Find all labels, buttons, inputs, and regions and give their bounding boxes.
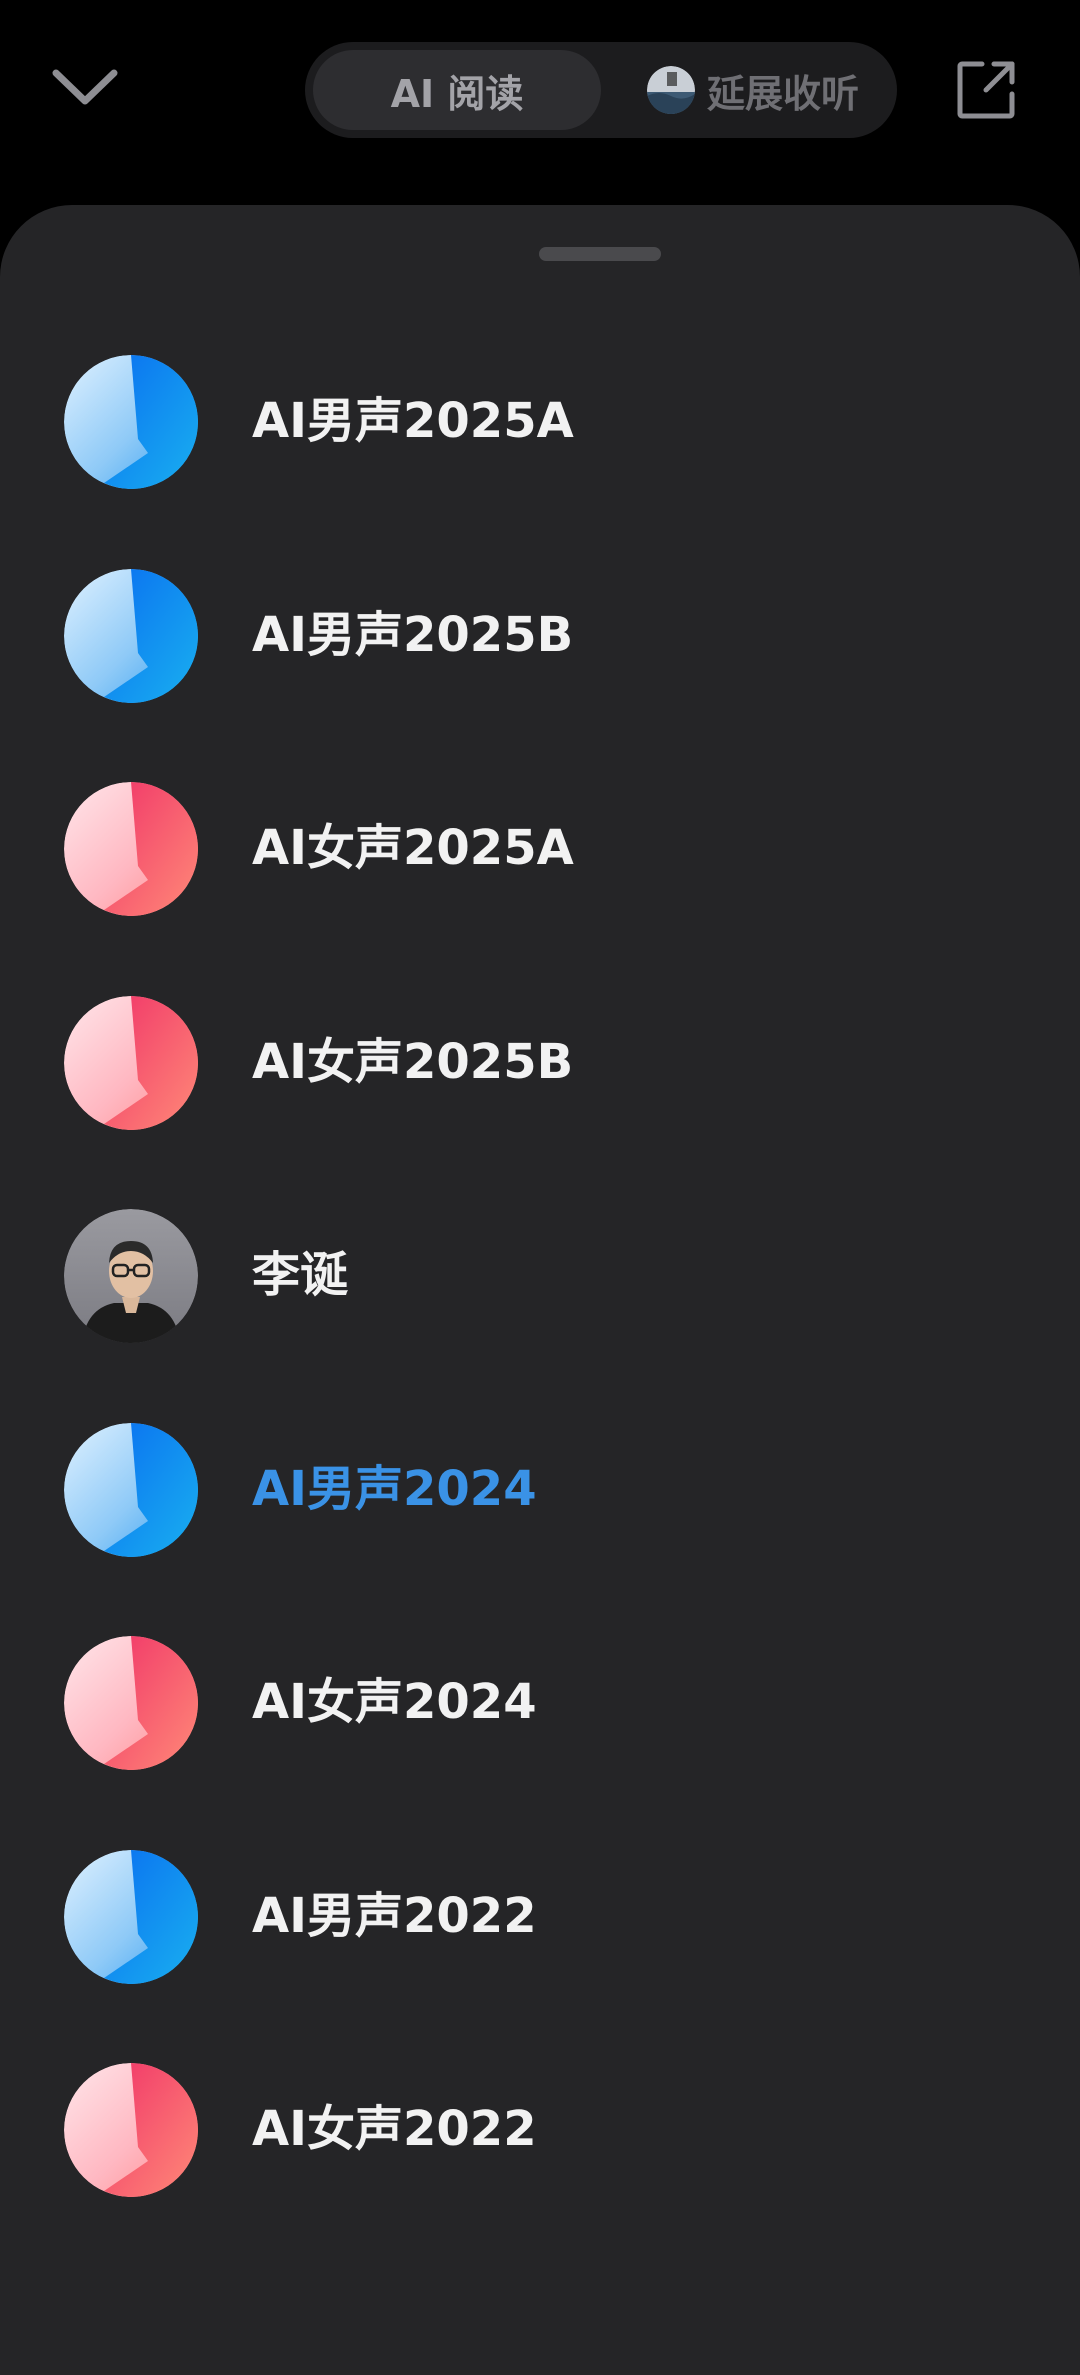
ai-male-voice-icon [64, 1849, 198, 1984]
voice-item-ai-male-2024[interactable]: AI男声2024 [0, 1383, 1080, 1597]
tab-extended-listening-label: 延展收听 [706, 71, 859, 116]
voice-label: AI男声2025B [252, 606, 574, 663]
voice-item-ai-female-2025b[interactable]: AI女声2025B [0, 956, 1080, 1170]
voice-item-ai-male-2022[interactable]: AI男声2022 [0, 1810, 1080, 2024]
ai-male-voice-icon [64, 568, 198, 703]
sheet-grabber[interactable] [539, 247, 661, 261]
share-external-icon [957, 61, 1015, 119]
ai-male-voice-icon [64, 355, 198, 489]
voice-label: AI女声2025A [252, 820, 574, 876]
voice-item-ai-male-2025a[interactable]: AI男声2025A [0, 315, 1080, 529]
collapse-button[interactable] [44, 52, 126, 122]
ai-female-voice-icon [64, 1636, 198, 1770]
voice-list: AI男声2025A AI男声2025B AI女声2025A AI女声2025B … [0, 315, 1080, 2237]
ai-female-voice-icon [64, 995, 198, 1130]
ai-female-voice-icon [64, 2063, 198, 2197]
voice-label: AI女声2022 [252, 2101, 537, 2157]
tab-ai-reading-label: AI 阅读 [390, 71, 524, 116]
voice-item-ai-female-2025a[interactable]: AI女声2025A [0, 742, 1080, 956]
ai-male-voice-icon [64, 1422, 198, 1557]
voice-item-ai-male-2025b[interactable]: AI男声2025B [0, 529, 1080, 743]
top-bar: AI 阅读 延展收听 [0, 0, 1080, 205]
voice-label: AI男声2025A [252, 393, 574, 449]
tab-ai-reading[interactable]: AI 阅读 [313, 50, 601, 130]
voice-label: AI女声2025B [252, 1033, 574, 1090]
voice-item-ai-female-2024[interactable]: AI女声2024 [0, 1596, 1080, 1810]
voice-item-ai-female-2022[interactable]: AI女声2022 [0, 2023, 1080, 2237]
voice-selection-sheet: AI男声2025A AI男声2025B AI女声2025A AI女声2025B … [0, 205, 1080, 2375]
ai-female-voice-icon [64, 782, 198, 916]
person-avatar-icon [64, 1209, 198, 1343]
voice-label: AI女声2024 [252, 1674, 537, 1730]
chevron-down-icon [52, 69, 118, 105]
voice-item-li-dan[interactable]: 李诞 [0, 1169, 1080, 1383]
voice-label-selected: AI男声2024 [252, 1460, 537, 1517]
tab-switch: AI 阅读 延展收听 [305, 42, 897, 138]
podcast-thumbnail-icon [646, 66, 695, 114]
voice-label: AI男声2022 [252, 1887, 537, 1944]
share-button[interactable] [948, 52, 1024, 128]
tab-extended-listening[interactable]: 延展收听 [617, 50, 889, 130]
voice-label: 李诞 [252, 1247, 349, 1303]
